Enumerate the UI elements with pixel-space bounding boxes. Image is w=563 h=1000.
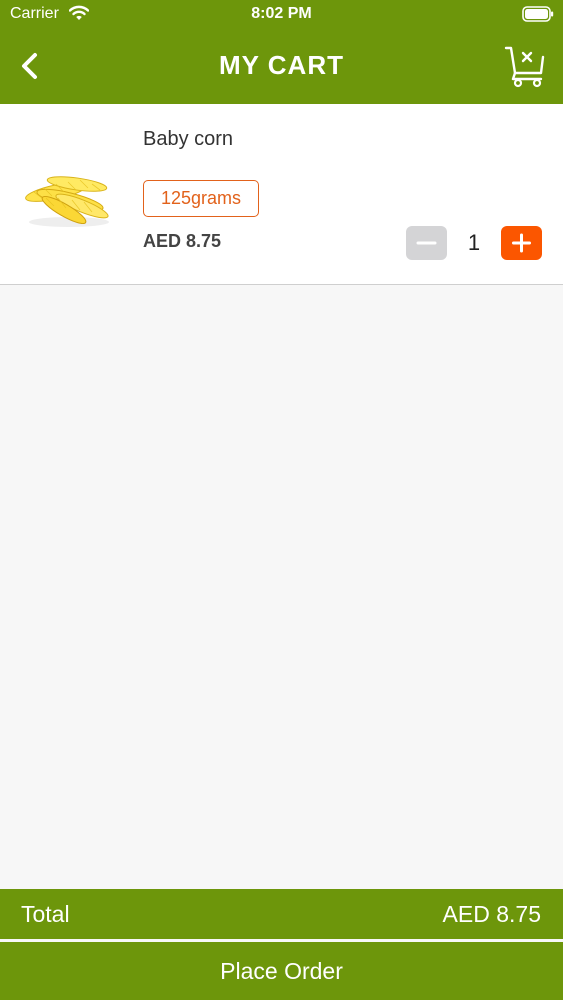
- quantity-value: 1: [467, 230, 481, 255]
- cart-item: Baby corn 125grams AED 8.75 1: [0, 104, 563, 285]
- quantity-increase-button[interactable]: [501, 226, 542, 260]
- minus-icon: [416, 241, 437, 245]
- baby-corn-image: [25, 176, 109, 227]
- plus-icon: [512, 233, 531, 253]
- product-price: AED 8.75: [143, 231, 222, 251]
- weight-badge[interactable]: 125grams: [143, 180, 259, 217]
- app-header: Carrier 8:02 PM MY CART: [0, 0, 563, 104]
- place-order-button[interactable]: Place Order: [0, 942, 563, 1000]
- battery-icon: [522, 6, 554, 22]
- status-time: 8:02 PM: [251, 5, 312, 22]
- total-bar: Total AED 8.75: [0, 889, 563, 939]
- total-amount: AED 8.75: [442, 901, 541, 927]
- clear-cart-button[interactable]: [503, 44, 547, 88]
- quantity-decrease-button[interactable]: [406, 226, 447, 260]
- total-label: Total: [21, 901, 70, 927]
- product-name: Baby corn: [143, 128, 234, 150]
- page-title: MY CART: [219, 50, 344, 80]
- status-bar: Carrier 8:02 PM: [0, 0, 563, 30]
